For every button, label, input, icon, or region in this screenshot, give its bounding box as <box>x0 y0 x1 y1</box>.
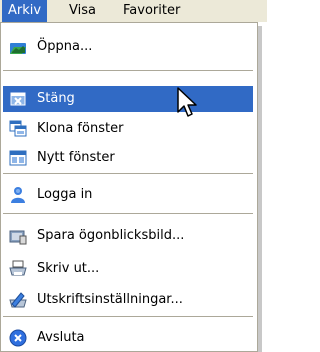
menu-item-save-snapshot[interactable]: Spara ögonblicksbild... <box>3 223 253 249</box>
menu-item-label: Avsluta <box>37 330 85 345</box>
menu-item-label: Spara ögonblicksbild... <box>37 228 185 243</box>
menu-item-label: Öppna... <box>37 39 93 54</box>
menu-bar: Arkiv Visa Favoriter <box>0 0 267 22</box>
camera-icon <box>9 230 27 245</box>
clone-window-icon <box>9 120 27 137</box>
menu-item-clone-window[interactable]: Klona fönster <box>3 116 253 142</box>
menu-item-label: Klona fönster <box>37 121 124 136</box>
new-window-icon <box>9 150 27 166</box>
menu-item-exit[interactable]: Avsluta <box>3 325 253 351</box>
menu-item-open[interactable]: Öppna... <box>3 34 253 60</box>
menu-item-label: Utskriftsinställningar... <box>37 292 183 307</box>
menu-favoriter[interactable]: Favoriter <box>117 0 186 22</box>
menu-item-label: Nytt fönster <box>37 150 115 165</box>
menu-item-print[interactable]: Skriv ut... <box>3 256 253 282</box>
user-login-icon <box>11 187 25 203</box>
menu-item-close[interactable]: Stäng <box>3 86 253 112</box>
printer-icon <box>9 260 27 276</box>
menu-arkiv[interactable]: Arkiv <box>2 0 48 22</box>
menu-item-label: Stäng <box>37 91 75 106</box>
menu-separator <box>3 173 253 174</box>
menu-separator <box>3 316 253 317</box>
menu-item-new-window[interactable]: Nytt fönster <box>3 145 253 171</box>
menu-separator <box>3 70 253 71</box>
menu-visa[interactable]: Visa <box>63 0 102 22</box>
close-icon <box>10 92 26 106</box>
dropdown-shadow <box>258 26 262 352</box>
print-settings-icon <box>9 292 27 308</box>
exit-icon <box>9 329 27 347</box>
menu-item-login[interactable]: Logga in <box>3 182 253 208</box>
menu-item-print-settings[interactable]: Utskriftsinställningar... <box>3 287 253 313</box>
mouse-pointer-icon <box>177 87 197 117</box>
menu-item-label: Logga in <box>37 187 93 202</box>
menu-separator <box>3 213 253 214</box>
open-folder-icon <box>10 43 26 54</box>
menu-item-label: Skriv ut... <box>37 261 100 276</box>
